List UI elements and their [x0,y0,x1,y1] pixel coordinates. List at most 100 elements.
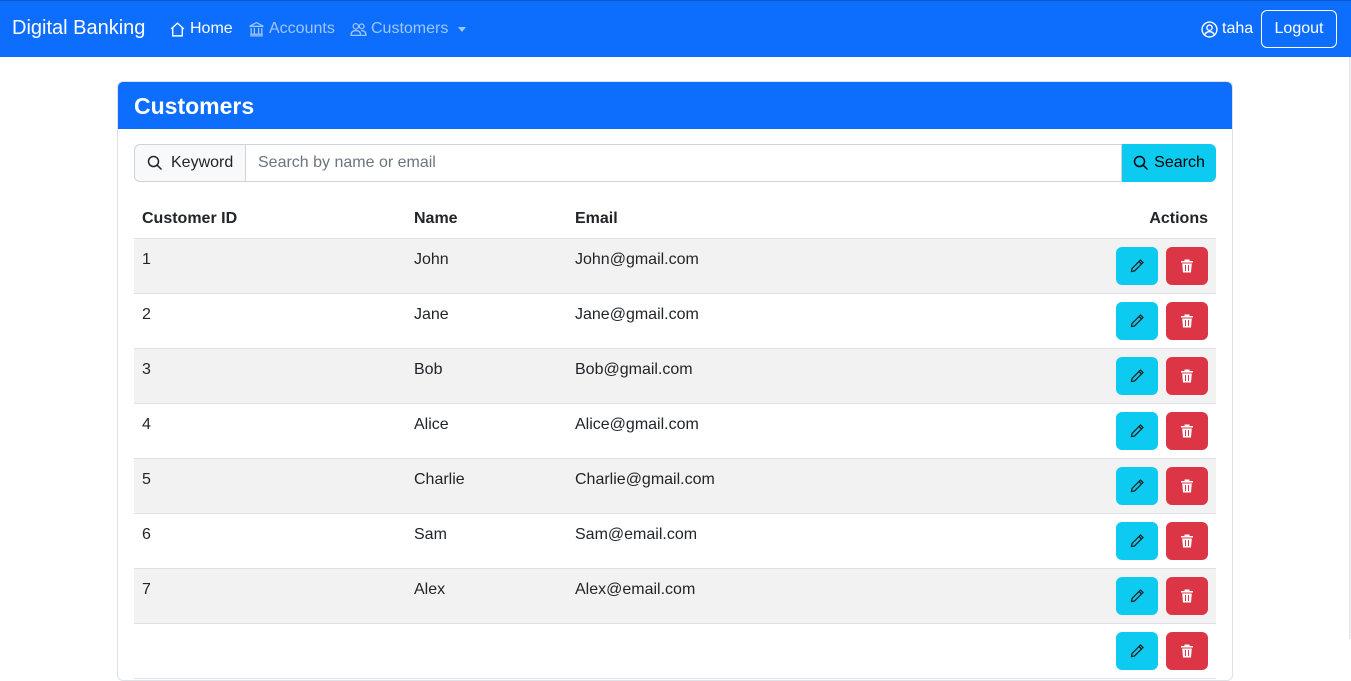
search-button[interactable]: Search [1122,144,1216,182]
trash-icon [1179,313,1195,329]
bank-icon [249,21,264,37]
search-button-label: Search [1154,154,1205,171]
edit-button[interactable] [1116,411,1158,450]
pencil-icon [1129,368,1145,384]
edit-button[interactable] [1116,466,1158,505]
customers-card: Customers Keyword Search Customer ID Nam… [117,81,1233,681]
pencil-icon [1129,478,1145,494]
trash-icon [1179,478,1195,494]
column-header: Customer ID [134,200,406,239]
navbar: Digital Banking Home Accounts Customers … [0,0,1351,57]
delete-button[interactable] [1166,301,1208,340]
delete-button[interactable] [1166,576,1208,615]
table-row: 7 Alex Alex@email.com [134,568,1216,624]
delete-button[interactable] [1166,466,1208,505]
delete-button[interactable] [1166,356,1208,395]
cell-email: Alice@gmail.com [567,403,967,459]
trash-icon [1179,588,1195,604]
pencil-icon [1129,258,1145,274]
nav-customers-label: Customers [371,20,449,37]
cell-customer-id: 5 [134,458,406,514]
user-menu[interactable]: taha [1201,20,1253,38]
cell-email: Jane@gmail.com [567,293,967,349]
user-circle-icon [1201,20,1218,38]
edit-button[interactable] [1116,576,1158,615]
cell-actions [967,238,1216,294]
column-header: Actions [967,200,1216,239]
search-icon [147,155,163,171]
cell-name [406,623,567,679]
pencil-icon [1129,588,1145,604]
delete-button[interactable] [1166,411,1208,450]
cell-email [567,623,967,679]
cell-name: John [406,238,567,294]
cell-actions [967,458,1216,514]
pencil-icon [1129,423,1145,439]
cell-email: Sam@email.com [567,513,967,569]
cell-name: Sam [406,513,567,569]
table-row: 3 Bob Bob@gmail.com [134,348,1216,404]
keyword-addon: Keyword [134,144,245,182]
table-row: 5 Charlie Charlie@gmail.com [134,458,1216,514]
cell-actions [967,403,1216,459]
delete-button[interactable] [1166,246,1208,285]
customers-table: Customer ID Name Email Actions 1 John John… [134,200,1216,679]
edit-button[interactable] [1116,246,1158,285]
logout-button[interactable]: Logout [1261,10,1337,48]
nav-customers-dropdown[interactable]: Customers [350,20,467,38]
trash-icon [1179,643,1195,659]
cell-customer-id: 4 [134,403,406,459]
username: taha [1222,20,1254,37]
cell-actions [967,348,1216,404]
cell-email: Charlie@gmail.com [567,458,967,514]
cell-customer-id: 2 [134,293,406,349]
cell-name: Alice [406,403,567,459]
nav-accounts[interactable]: Accounts [248,20,335,38]
trash-icon [1179,368,1195,384]
cell-customer-id: 6 [134,513,406,569]
cell-email: Bob@gmail.com [567,348,967,404]
people-icon [350,22,367,36]
search-group: Keyword Search [134,144,1216,182]
trash-icon [1179,258,1195,274]
nav-accounts-label: Accounts [269,20,335,37]
table-row: 2 Jane Jane@gmail.com [134,293,1216,349]
table-row [134,623,1216,679]
nav-home[interactable]: Home [169,20,233,38]
brand[interactable]: Digital Banking [12,17,145,40]
edit-button[interactable] [1116,301,1158,340]
card-title: Customers [118,82,1232,129]
keyword-label: Keyword [171,154,234,171]
cell-name: Jane [406,293,567,349]
cell-actions [967,293,1216,349]
edit-button[interactable] [1116,356,1158,395]
cell-actions [967,568,1216,624]
cell-customer-id: 7 [134,568,406,624]
house-icon [170,21,185,37]
table-row: 4 Alice Alice@gmail.com [134,403,1216,459]
edit-button[interactable] [1116,521,1158,560]
delete-button[interactable] [1166,631,1208,670]
cell-name: Alex [406,568,567,624]
column-header: Name [406,200,567,239]
table-row: 6 Sam Sam@email.com [134,513,1216,569]
pencil-icon [1129,643,1145,659]
cell-actions [967,513,1216,569]
column-header: Email [567,200,967,239]
nav-home-label: Home [190,20,233,37]
table-row: 1 John John@gmail.com [134,238,1216,294]
search-icon [1133,155,1149,171]
chevron-down-icon [458,26,467,32]
cell-name: Bob [406,348,567,404]
cell-name: Charlie [406,458,567,514]
cell-customer-id: 1 [134,238,406,294]
delete-button[interactable] [1166,521,1208,560]
cell-actions [967,623,1216,679]
search-input[interactable] [245,144,1122,182]
cell-email: John@gmail.com [567,238,967,294]
trash-icon [1179,533,1195,549]
table-header-row: Customer ID Name Email Actions [134,200,1216,239]
trash-icon [1179,423,1195,439]
edit-button[interactable] [1116,631,1158,670]
cell-customer-id [134,623,406,679]
